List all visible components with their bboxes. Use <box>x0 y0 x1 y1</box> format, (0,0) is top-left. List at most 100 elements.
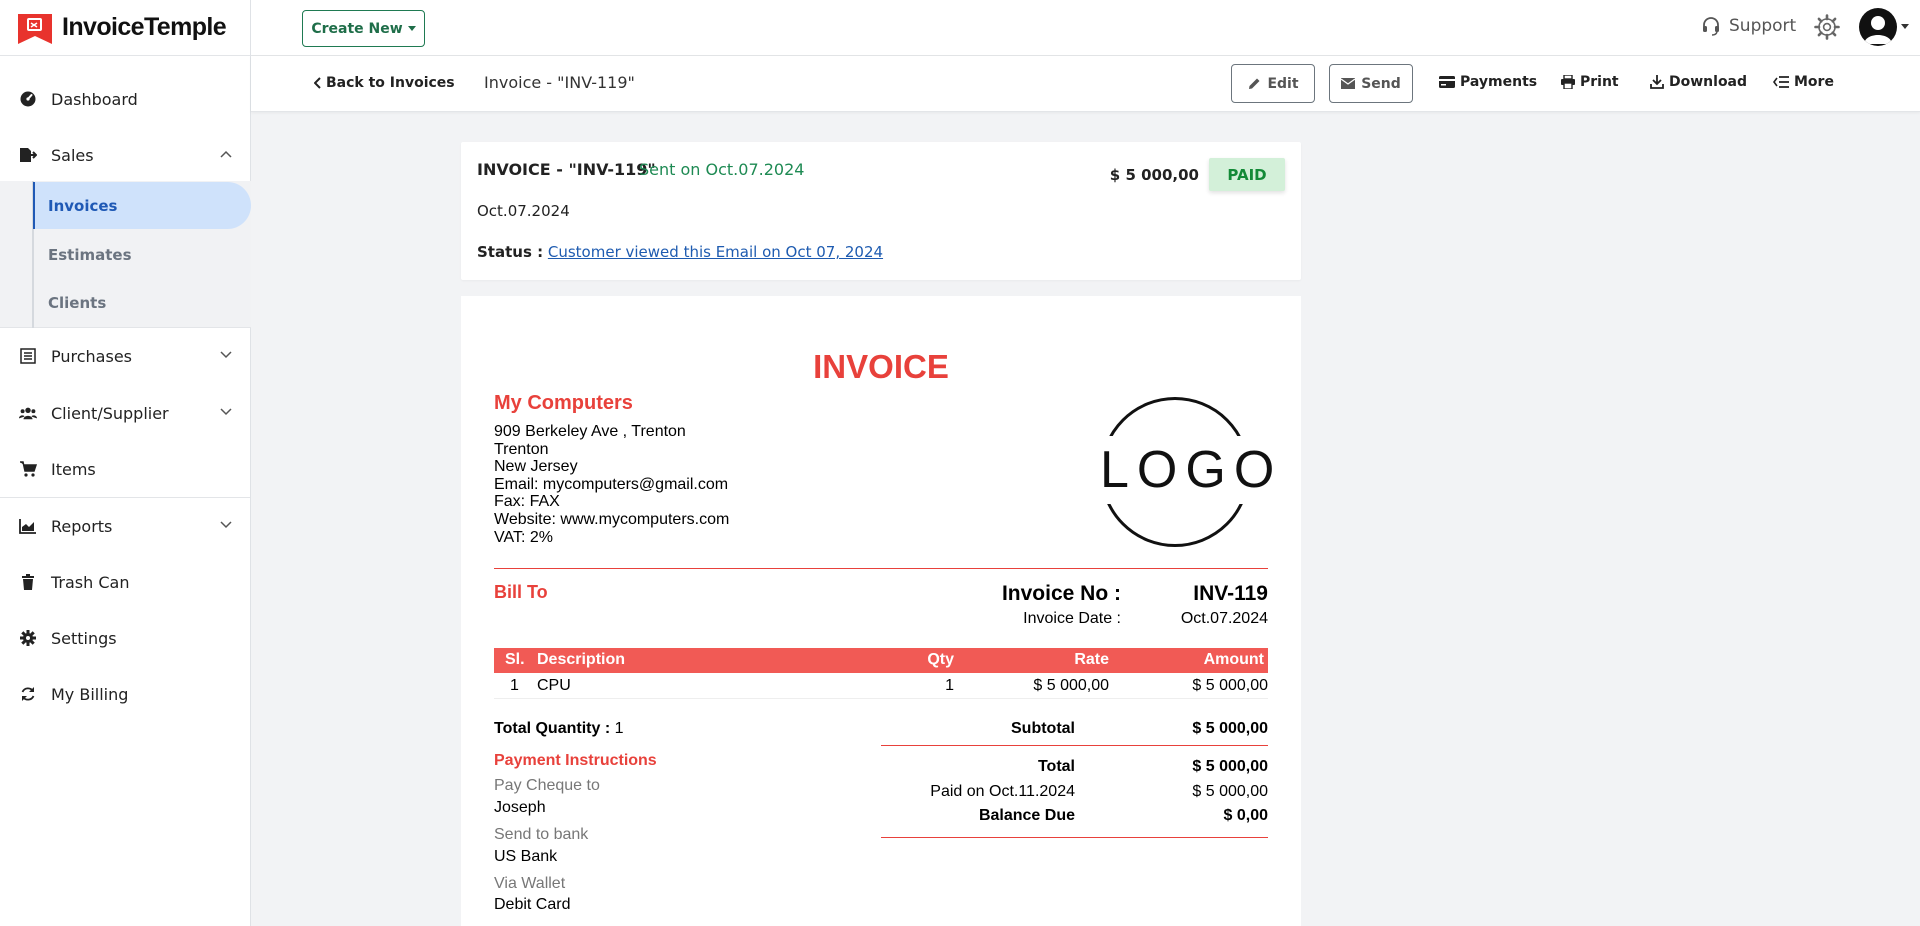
sidebar-item-label: Sales <box>51 145 94 165</box>
company-line: Fax: FAX <box>494 493 560 511</box>
total-quantity-label: Total Quantity : <box>494 720 611 737</box>
chart-icon <box>19 517 37 535</box>
payment-method-value: US Bank <box>494 848 558 865</box>
top-bar: Create New Support <box>251 0 1920 56</box>
cart-icon <box>19 460 37 478</box>
sidebar-divider <box>0 497 250 498</box>
divider-line <box>881 837 1268 838</box>
sidebar-item-items[interactable]: Items <box>0 449 250 489</box>
subtotal-label: Subtotal <box>1011 720 1075 737</box>
payments-button[interactable]: Payments <box>1439 74 1537 90</box>
sidebar-item-label: Dashboard <box>51 89 138 109</box>
summary-date: Oct.07.2024 <box>477 202 570 220</box>
sidebar-item-dashboard[interactable]: Dashboard <box>0 79 250 119</box>
support-link[interactable]: Support <box>1701 16 1796 36</box>
print-button[interactable]: Print <box>1561 74 1619 90</box>
user-avatar[interactable] <box>1859 8 1897 46</box>
sidebar-item-settings[interactable]: Settings <box>0 618 250 658</box>
sidebar-item-label: Purchases <box>51 346 132 366</box>
chevron-down-icon[interactable] <box>219 350 233 360</box>
support-label: Support <box>1729 16 1797 36</box>
sidebar-item-label: Clients <box>48 293 107 312</box>
dashboard-gauge-icon <box>19 90 37 108</box>
sales-submenu: Invoices Estimates Clients <box>0 181 251 328</box>
total-value: $ 5 000,00 <box>1192 758 1268 775</box>
sidebar-item-estimates[interactable]: Estimates <box>33 231 251 278</box>
paid-label: Paid on Oct.11.2024 <box>930 783 1075 800</box>
brand[interactable]: InvoiceTemple <box>0 0 250 56</box>
total-quantity-value: 1 <box>614 720 624 737</box>
send-label: Send <box>1361 75 1401 92</box>
pencil-icon <box>1249 78 1260 89</box>
sidebar-item-label: Trash Can <box>51 572 130 592</box>
balance-due-label: Balance Due <box>978 807 1075 824</box>
company-line: VAT: 2% <box>494 528 553 546</box>
sidebar-item-label: Client/Supplier <box>51 403 169 423</box>
caret-down-icon <box>407 26 416 31</box>
total-label: Total <box>1037 758 1075 775</box>
sidebar-item-my-billing[interactable]: My Billing <box>0 674 250 714</box>
sidebar-item-label: Reports <box>51 516 113 536</box>
cell-sl: 1 <box>510 677 519 694</box>
invoice-date-label: Invoice Date : <box>1023 610 1121 627</box>
send-button[interactable]: Send <box>1329 64 1413 103</box>
summary-sent-date: Sent on Oct.07.2024 <box>639 160 805 179</box>
sidebar-item-reports[interactable]: Reports <box>0 506 250 546</box>
col-description: Description <box>537 651 626 668</box>
status-badge: PAID <box>1209 158 1285 191</box>
cell-rate: $ 5 000,00 <box>1033 677 1109 694</box>
invoice-date: Oct.07.2024 <box>1180 610 1268 627</box>
print-label: Print <box>1580 74 1619 90</box>
company-line: Email: mycomputers@gmail.com <box>494 475 729 493</box>
company-line: New Jersey <box>494 458 578 476</box>
sidebar: InvoiceTemple Dashboard Sales Invoices E… <box>0 0 251 926</box>
payment-method-label: Send to bank <box>494 826 589 843</box>
sidebar-item-client-supplier[interactable]: Client/Supplier <box>0 393 250 433</box>
invoice-toolbar: Back to Invoices Invoice - "INV-119" Edi… <box>251 56 1920 112</box>
envelope-icon <box>1341 78 1356 89</box>
edit-button[interactable]: Edit <box>1231 64 1315 103</box>
caret-down-icon[interactable] <box>1901 24 1909 29</box>
company-name: My Computers <box>494 392 633 414</box>
sidebar-item-invoices[interactable]: Invoices <box>33 182 251 229</box>
items-table-header: Sl. Description Qty Rate Amount <box>494 648 1268 673</box>
sidebar-item-purchases[interactable]: Purchases <box>0 336 250 376</box>
gear-icon <box>19 629 37 647</box>
invoice-document: INVOICE My Computers 909 Berkeley Ave , … <box>461 296 1301 926</box>
more-button[interactable]: More <box>1773 74 1834 90</box>
paid-value: $ 5 000,00 <box>1192 783 1268 800</box>
sidebar-item-sales[interactable]: Sales <box>0 135 250 175</box>
brand-logo-icon <box>18 13 52 44</box>
payment-instructions-title: Payment Instructions <box>494 752 657 769</box>
credit-card-icon <box>1439 76 1455 88</box>
download-button[interactable]: Download <box>1650 74 1747 90</box>
invoice-summary-card: INVOICE - "INV-119" Sent on Oct.07.2024 … <box>461 142 1301 280</box>
cell-qty: 1 <box>945 677 954 694</box>
sidebar-item-clients[interactable]: Clients <box>33 279 251 326</box>
status-link[interactable]: Customer viewed this Email on Oct 07, 20… <box>548 243 883 261</box>
col-amount: Amount <box>1203 651 1264 668</box>
payments-label: Payments <box>1460 74 1538 90</box>
back-to-invoices-link[interactable]: Back to Invoices <box>314 75 455 91</box>
sidebar-item-trash-can[interactable]: Trash Can <box>0 562 250 602</box>
user-avatar-icon <box>1864 16 1892 44</box>
chevron-left-icon <box>314 77 321 89</box>
cell-description: CPU <box>537 677 571 694</box>
payment-method-label: Pay Cheque to <box>494 777 600 794</box>
headset-icon <box>1703 17 1719 36</box>
company-logo-text: LOGO <box>1100 436 1274 504</box>
status-label: Status : <box>477 243 544 261</box>
settings-gear-icon[interactable] <box>1814 14 1840 40</box>
purchases-list-icon <box>19 347 37 365</box>
chevron-up-icon[interactable] <box>219 149 233 159</box>
brand-name: InvoiceTemple <box>62 13 227 41</box>
chevron-down-icon[interactable] <box>219 407 233 417</box>
back-label: Back to Invoices <box>326 75 455 91</box>
summary-status: Status : Customer viewed this Email on O… <box>477 243 883 261</box>
create-new-button[interactable]: Create New <box>302 10 425 47</box>
sidebar-item-label: Estimates <box>48 245 132 264</box>
download-label: Download <box>1669 74 1748 90</box>
invoice-heading: INVOICE <box>813 348 949 385</box>
chevron-down-icon[interactable] <box>219 520 233 530</box>
payment-method-label: Via Wallet <box>494 875 566 892</box>
